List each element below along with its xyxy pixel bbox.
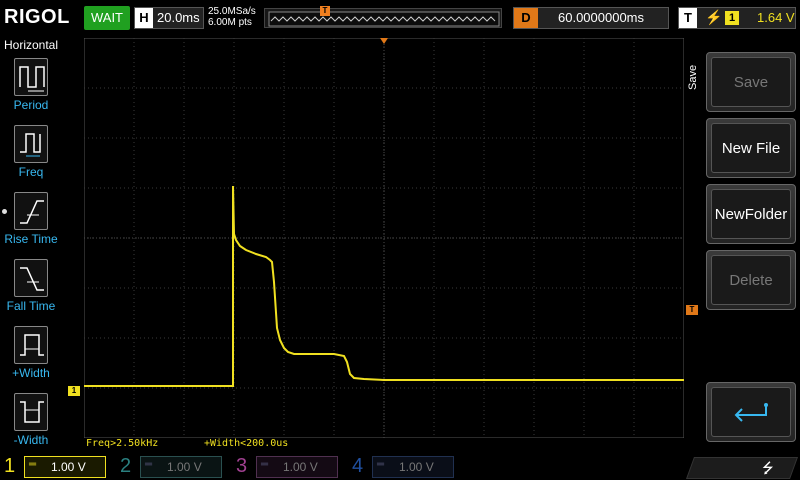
channel-4-coupling-icon: ═ <box>377 459 385 470</box>
new-folder-button-label: NewFolder <box>711 189 791 239</box>
channel-3-scale: 1.00 V <box>283 460 318 474</box>
memory-overview-bar <box>264 8 502 28</box>
period-icon <box>14 58 48 96</box>
measure-freq[interactable]: Freq <box>0 125 62 187</box>
enter-icon <box>711 387 791 437</box>
delay-key: D <box>514 8 538 28</box>
channel-1-number: 1 <box>4 455 16 477</box>
measure-freq-label: Freq <box>18 165 44 179</box>
timebase-indicator[interactable]: H 20.0ms <box>134 7 204 29</box>
memory-waveform-icon <box>268 11 500 27</box>
channel-3-number: 3 <box>236 455 248 477</box>
measure-fall-time[interactable]: Fall Time <box>0 259 62 321</box>
channel-2-coupling-icon: ═ <box>145 459 153 470</box>
acquisition-info: 25.0MSa/s 6.00M pts <box>208 6 256 28</box>
rising-edge-icon: ⚡ <box>705 9 723 25</box>
horizontal-key: H <box>135 8 153 28</box>
enter-button[interactable] <box>706 382 796 442</box>
measure-rise-time[interactable]: Rise Time <box>0 192 62 254</box>
fall-time-icon <box>14 259 48 297</box>
waveform-display[interactable] <box>84 38 684 438</box>
channel-1-coupling-icon: ═ <box>29 459 37 470</box>
negative-width-icon <box>14 393 48 431</box>
delete-button-label: Delete <box>711 255 791 305</box>
menu-title: Save <box>687 64 699 90</box>
channel-2-tab[interactable]: 2 ═ 1.00 V <box>116 454 226 480</box>
usb-icon: ⭍ <box>762 460 774 476</box>
channel-1-marker[interactable]: 1 <box>68 386 80 396</box>
sidebar-title: Horizontal <box>3 38 59 52</box>
channel-1-scale: 1.00 V <box>51 460 86 474</box>
new-file-button-label: New File <box>711 123 791 173</box>
trigger-level: 1.64 V <box>757 10 795 25</box>
measure-positive-width-label: +Width <box>12 366 50 380</box>
channel-bar: 1 ═ 1.00 V 2 ═ 1.00 V 3 ═ 1.00 V 4 ═ 1.0… <box>0 454 800 480</box>
channel-3-tab[interactable]: 3 ═ 1.00 V <box>232 454 342 480</box>
new-file-button[interactable]: New File <box>706 118 796 178</box>
save-menu: Save Save New File NewFolder Delete <box>686 40 800 454</box>
measure-sidebar: Horizontal Period Freq Rise Time Fall Ti… <box>0 36 62 454</box>
measure-rise-time-label: Rise Time <box>4 232 58 246</box>
trigger-position-marker: T <box>320 6 330 16</box>
channel-2-number: 2 <box>120 455 132 477</box>
channel-1-tab[interactable]: 1 ═ 1.00 V <box>0 454 110 480</box>
channel-3-box: ═ 1.00 V <box>256 456 338 478</box>
trigger-source: 1 <box>725 11 739 25</box>
channel-2-box: ═ 1.00 V <box>140 456 222 478</box>
channel-4-scale: 1.00 V <box>399 460 434 474</box>
measure-period-label: Period <box>13 98 49 112</box>
status-area <box>685 457 799 479</box>
memory-depth: 6.00M pts <box>208 17 252 28</box>
save-button-label: Save <box>711 57 791 107</box>
measure-negative-width-label: -Width <box>13 433 49 447</box>
delay-value: 60.0000000ms <box>558 10 645 25</box>
freq-measurement: Freq>2.50kHz <box>86 438 159 449</box>
channel-4-tab[interactable]: 4 ═ 1.00 V <box>348 454 458 480</box>
measure-fall-time-label: Fall Time <box>6 299 56 313</box>
sample-rate: 25.0MSa/s <box>208 6 256 17</box>
channel-1-box: ═ 1.00 V <box>24 456 106 478</box>
brand-logo: RIGOL <box>4 6 70 28</box>
delete-button[interactable]: Delete <box>706 250 796 310</box>
channel-2-scale: 1.00 V <box>167 460 202 474</box>
width-measurement: +Width<200.0us <box>204 438 289 449</box>
measure-negative-width[interactable]: -Width <box>0 393 62 455</box>
measure-period[interactable]: Period <box>0 58 62 120</box>
delay-indicator[interactable]: D 60.0000000ms <box>513 7 669 29</box>
positive-width-icon <box>14 326 48 364</box>
channel-4-number: 4 <box>352 455 364 477</box>
trigger-indicator[interactable]: T ⚡ 1 1.64 V <box>678 7 796 29</box>
new-folder-button[interactable]: NewFolder <box>706 184 796 244</box>
freq-icon <box>14 125 48 163</box>
channel-4-box: ═ 1.00 V <box>372 456 454 478</box>
measure-positive-width[interactable]: +Width <box>0 326 62 388</box>
top-status-bar: RIGOL WAIT H 20.0ms 25.0MSa/s 6.00M pts … <box>0 0 800 36</box>
channel-3-coupling-icon: ═ <box>261 459 269 470</box>
trigger-key: T <box>679 8 697 28</box>
save-button[interactable]: Save <box>706 52 796 112</box>
rise-time-icon <box>14 192 48 230</box>
run-state-badge[interactable]: WAIT <box>84 6 130 30</box>
timebase-value: 20.0ms <box>157 10 200 25</box>
